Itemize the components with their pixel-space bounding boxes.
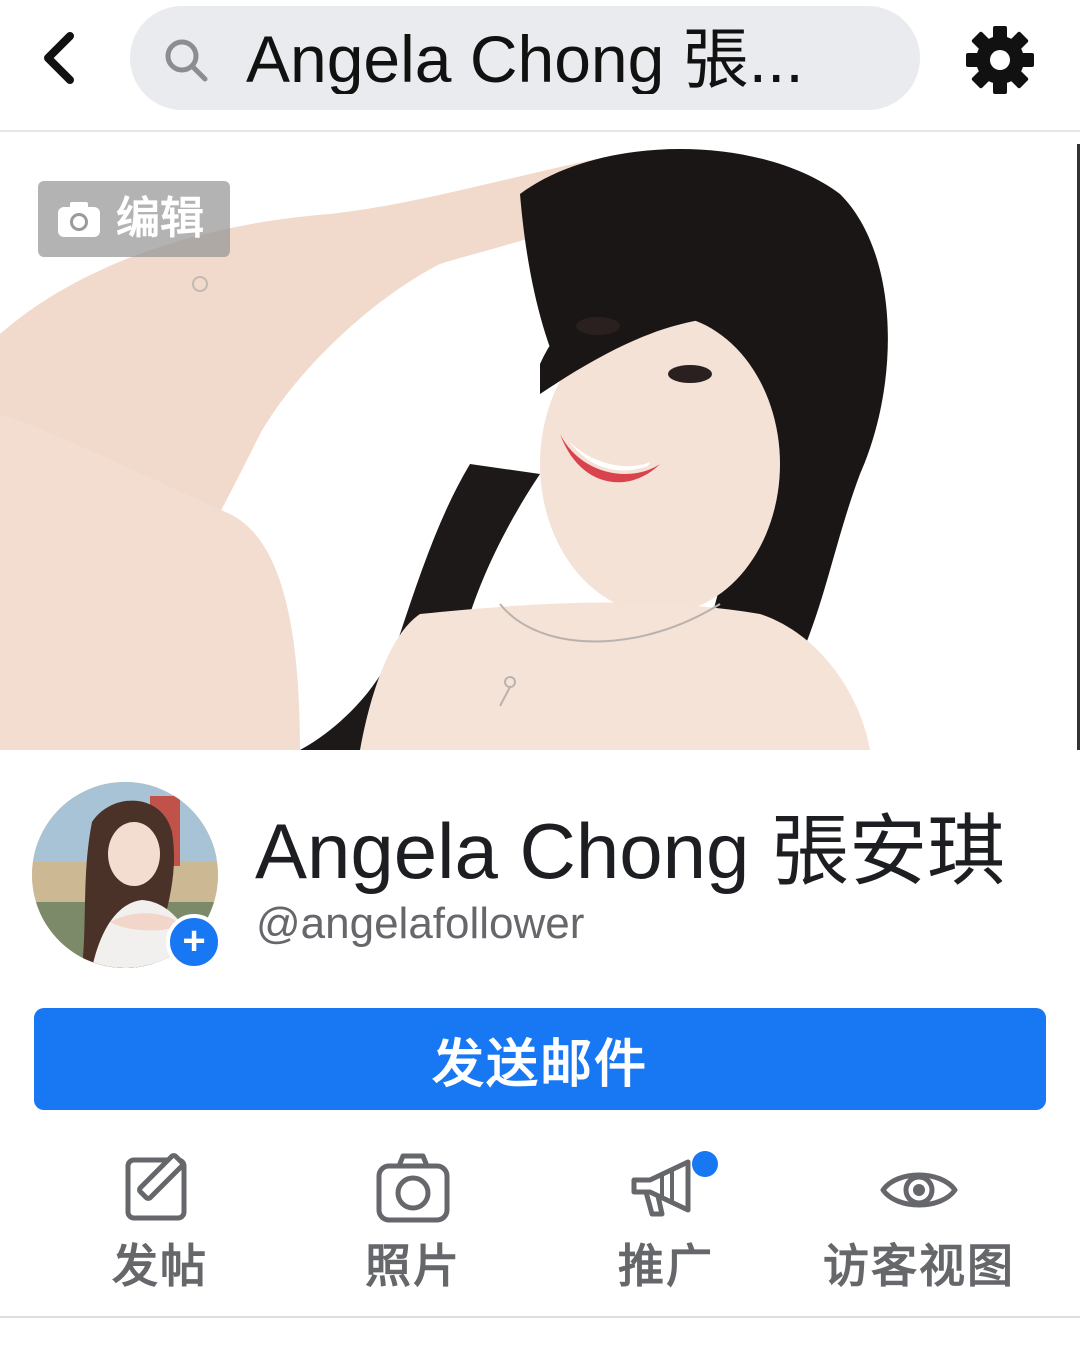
compose-icon <box>125 1153 187 1221</box>
add-profile-photo-button[interactable]: + <box>166 914 222 970</box>
cover-photo[interactable]: 编辑 <box>0 134 1080 750</box>
profile-picture[interactable]: + <box>32 782 222 970</box>
edit-cover-label: 编辑 <box>116 194 204 243</box>
back-button[interactable] <box>30 22 86 94</box>
action-promote[interactable]: 推广 <box>541 1140 791 1300</box>
search-input[interactable]: Angela Chong 張... <box>130 6 920 110</box>
edit-cover-button[interactable]: 编辑 <box>38 181 230 257</box>
send-message-label: 发送邮件 <box>431 1035 648 1094</box>
profile-actions: 发帖 照片 推广 访客视图 <box>0 1140 1080 1316</box>
search-icon <box>165 39 208 82</box>
settings-button[interactable] <box>962 22 1038 98</box>
chevron-left-icon <box>44 32 74 84</box>
camera-icon <box>376 1153 450 1223</box>
plus-icon: + <box>182 918 206 963</box>
action-photos-label: 照片 <box>365 1240 461 1292</box>
divider <box>0 1316 1080 1318</box>
profile-username[interactable]: @angelafollower <box>256 898 584 950</box>
search-query-text: Angela Chong 張... <box>246 24 804 94</box>
action-promote-label: 推广 <box>618 1240 714 1292</box>
camera-icon <box>58 202 100 237</box>
gear-icon <box>966 26 1034 94</box>
notification-dot <box>692 1151 718 1177</box>
action-post[interactable]: 发帖 <box>35 1140 285 1300</box>
eye-icon <box>880 1172 958 1208</box>
action-visitor-view[interactable]: 访客视图 <box>794 1140 1044 1300</box>
action-visitor-view-label: 访客视图 <box>823 1240 1015 1292</box>
action-photos[interactable]: 照片 <box>288 1140 538 1300</box>
top-bar: Angela Chong 張... <box>0 0 1080 132</box>
send-message-button[interactable]: 发送邮件 <box>34 1008 1046 1110</box>
profile-name: Angela Chong 張安琪 <box>255 807 1006 895</box>
action-post-label: 发帖 <box>112 1240 208 1292</box>
